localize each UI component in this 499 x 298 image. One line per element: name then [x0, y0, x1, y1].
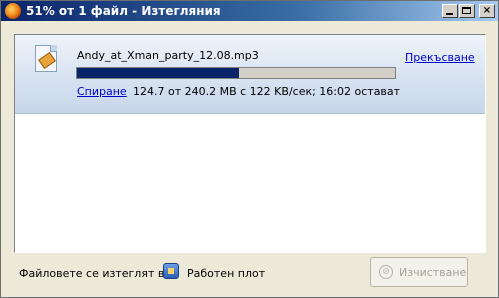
download-item[interactable]: Andy_at_Xman_party_12.08.mp3 Прекъсване …: [15, 35, 485, 114]
firefox-icon[interactable]: [5, 3, 21, 19]
clear-list-button[interactable]: ⊘ Изчистване: [370, 257, 468, 287]
window-title: 51% от 1 файл - Изтегляния: [26, 4, 221, 18]
download-progress-bar: [76, 67, 396, 79]
desktop-folder-icon[interactable]: [163, 263, 179, 279]
file-type-mark: [38, 51, 56, 70]
downloads-window: 51% от 1 файл - Изтегляния × Andy_at_Xma…: [0, 0, 499, 298]
file-name: Andy_at_Xman_party_12.08.mp3: [77, 49, 259, 62]
cancel-link[interactable]: Прекъсване: [405, 51, 475, 64]
pause-link[interactable]: Спиране: [77, 85, 127, 98]
download-status: 124.7 от 240.2 MB с 122 KB/сек; 16:02 ос…: [133, 85, 401, 98]
maximize-button[interactable]: [459, 4, 475, 18]
clear-icon: ⊘: [379, 265, 393, 279]
downloads-list[interactable]: Andy_at_Xman_party_12.08.mp3 Прекъсване …: [14, 34, 486, 253]
clear-button-label: Изчистване: [399, 266, 467, 279]
progress-fill: [77, 68, 240, 78]
minimize-button[interactable]: [442, 4, 458, 18]
close-button[interactable]: ×: [479, 4, 495, 18]
audio-file-icon: [35, 45, 57, 72]
download-folder-name[interactable]: Работен плот: [187, 267, 265, 280]
title-bar[interactable]: 51% от 1 файл - Изтегляния ×: [1, 1, 498, 21]
download-location-label: Файловете се изтеглят в:: [19, 267, 169, 280]
